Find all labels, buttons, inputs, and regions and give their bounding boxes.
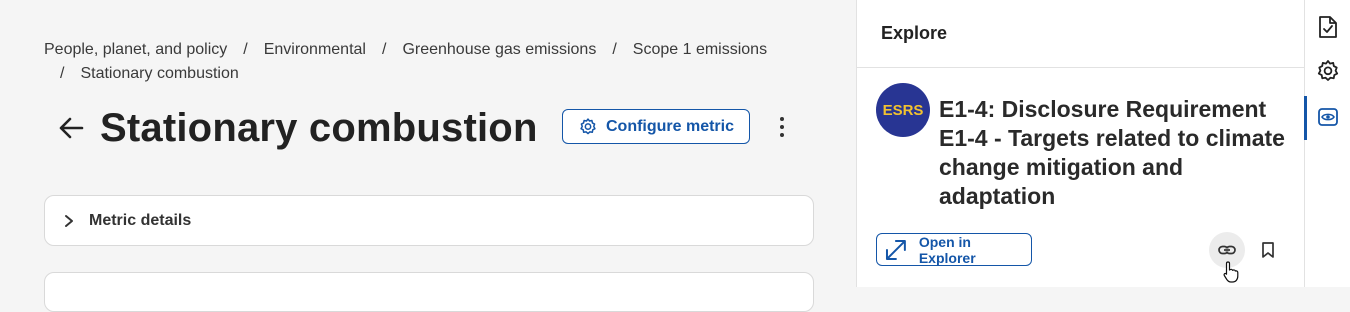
breadcrumb-item-scope1[interactable]: Scope 1 emissions — [633, 41, 767, 58]
chevron-right-icon — [65, 214, 73, 227]
esrs-badge: ESRS — [876, 83, 930, 137]
right-rail — [1304, 0, 1350, 287]
breadcrumb-item-environmental[interactable]: Environmental — [264, 41, 366, 58]
configure-metric-label: Configure metric — [605, 117, 734, 135]
back-arrow-icon[interactable] — [56, 113, 86, 143]
breadcrumb-separator: / — [612, 41, 617, 58]
title-row: Stationary combustion — [56, 100, 538, 156]
explore-header: Explore — [857, 0, 1304, 68]
breadcrumb-item-people[interactable]: People, planet, and policy — [44, 41, 227, 58]
rail-settings-button[interactable] — [1313, 56, 1343, 86]
configure-metric-button[interactable]: Configure metric — [562, 109, 750, 144]
more-options-icon[interactable] — [770, 113, 794, 141]
breadcrumb-item-current: Stationary combustion — [80, 65, 239, 82]
breadcrumb-separator: / — [60, 65, 65, 82]
breadcrumb-separator: / — [381, 41, 387, 58]
open-in-explorer-button[interactable]: Open in Explorer — [876, 233, 1032, 266]
explore-panel: Explore ESRS E1-4: Disclosure Requiremen… — [856, 0, 1304, 287]
rail-active-indicator — [1304, 96, 1307, 140]
eye-icon — [1318, 108, 1338, 126]
document-check-icon — [1319, 16, 1337, 38]
metric-details-label: Metric details — [89, 211, 192, 229]
page-title: Stationary combustion — [100, 105, 538, 150]
rail-document-button[interactable] — [1313, 12, 1343, 42]
copy-link-button[interactable] — [1209, 232, 1245, 268]
link-icon — [1218, 245, 1236, 255]
rail-explore-button[interactable] — [1313, 102, 1343, 132]
gear-icon — [1317, 60, 1339, 81]
gear-icon — [580, 117, 596, 134]
breadcrumb-item-ghg[interactable]: Greenhouse gas emissions — [402, 41, 596, 58]
expand-icon — [885, 239, 906, 260]
breadcrumb: People, planet, and policy / Environmental… — [44, 38, 824, 86]
requirement-title: E1-4: Disclosure Requirement E1-4 - Targ… — [939, 96, 1285, 209]
bookmark-icon — [1262, 242, 1274, 258]
breadcrumb-separator: / — [243, 41, 248, 58]
main-content: People, planet, and policy / Environmental… — [0, 0, 856, 312]
next-card — [44, 272, 814, 312]
metric-details-accordion[interactable]: Metric details — [44, 195, 814, 246]
open-in-explorer-label: Open in Explorer — [918, 233, 976, 266]
explore-title: Explore — [881, 23, 948, 43]
bookmark-button[interactable] — [1257, 238, 1279, 262]
